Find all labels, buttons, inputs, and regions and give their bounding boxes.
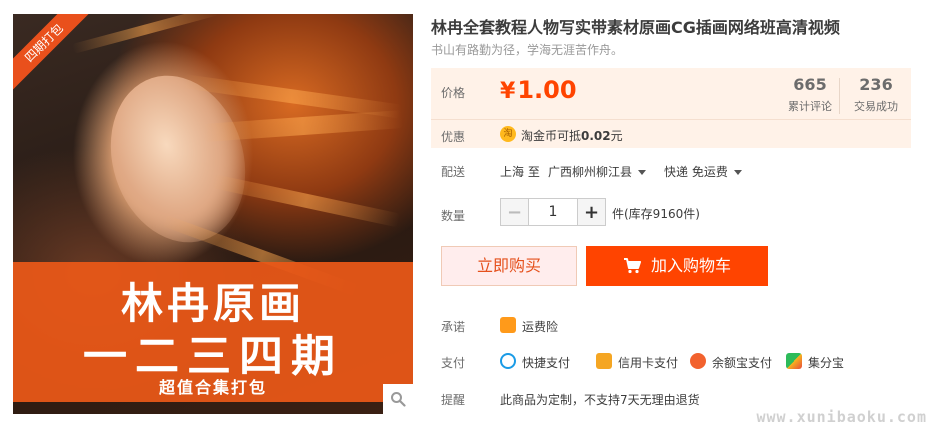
guarantee-label: 承诺	[441, 320, 466, 334]
coin-text-suffix: 元	[610, 129, 623, 143]
payment-method: 集分宝	[808, 356, 845, 370]
credit-card-icon	[596, 353, 612, 369]
destination-text: 广西柳州柳江县	[548, 165, 633, 179]
payment-method: 余额宝支付	[712, 356, 773, 370]
hair-streak-art	[71, 14, 220, 54]
stock-text: 件(库存9160件)	[612, 207, 700, 221]
freight-insurance-icon	[500, 317, 516, 333]
chevron-down-icon	[638, 170, 647, 175]
price-value: ¥1.00	[500, 76, 577, 104]
destination-select[interactable]: 广西柳州柳江县	[548, 163, 647, 180]
delivery-to-word: 至	[527, 165, 540, 179]
hair-streak-art	[202, 110, 404, 142]
coin-offer: 淘金币可抵0.02元	[521, 127, 623, 144]
increase-button[interactable]: +	[577, 199, 605, 225]
quantity-input[interactable]	[529, 199, 577, 225]
corner-ribbon: 四期打包	[13, 14, 98, 97]
promo-divider	[431, 119, 911, 120]
payment-method: 信用卡支付	[618, 356, 679, 370]
buy-now-button[interactable]: 立即购买	[441, 246, 577, 286]
promo-label: 优惠	[441, 130, 466, 144]
add-to-cart-label: 加入购物车	[650, 256, 731, 275]
freight-insurance-link[interactable]: 运费险	[522, 318, 558, 335]
notice-text: 此商品为定制，不支持7天无理由退货	[500, 393, 700, 407]
quantity-stepper: − +	[500, 198, 606, 226]
add-to-cart-button[interactable]: 加入购物车	[586, 246, 768, 286]
coin-text-prefix: 淘金币可抵	[521, 129, 582, 143]
reviews-count: 665	[793, 75, 827, 94]
shipping-text: 快递 免运费	[664, 165, 728, 179]
notice-label: 提醒	[441, 393, 466, 407]
deals-stat: 236 交易成功	[844, 75, 908, 114]
deals-label: 交易成功	[854, 100, 898, 113]
product-subtitle: 书山有路勤为径，学海无涯苦作舟。	[431, 43, 624, 57]
coin-icon: 淘	[500, 126, 516, 142]
shipping-select[interactable]: 快递 免运费	[664, 163, 742, 180]
watermark: www.xunibaoku.com	[756, 408, 927, 426]
price-label: 价格	[441, 86, 466, 100]
chevron-down-icon	[733, 170, 742, 175]
deals-count: 236	[859, 75, 893, 94]
reviews-label: 累计评论	[788, 100, 832, 113]
product-main-image[interactable]: 四期打包 林冉原画 一二三四期 超值合集打包	[13, 14, 413, 414]
reviews-stat[interactable]: 665 累计评论	[778, 75, 842, 114]
payment-label: 支付	[441, 356, 466, 370]
coin-amount: 0.02	[581, 129, 611, 143]
quick-pay-icon	[500, 353, 516, 369]
jifenbao-icon	[786, 353, 802, 369]
quantity-label: 数量	[441, 209, 466, 223]
currency-symbol: ¥	[500, 79, 516, 104]
stat-divider	[839, 78, 840, 114]
yuebao-icon	[690, 353, 706, 369]
search-icon	[391, 392, 406, 407]
price-amount: 1.00	[517, 76, 577, 104]
cart-icon	[623, 258, 641, 274]
delivery-label: 配送	[441, 165, 466, 179]
payment-method: 快捷支付	[522, 356, 571, 370]
zoom-button[interactable]	[383, 384, 413, 414]
image-banner: 林冉原画 一二三四期 超值合集打包	[13, 262, 413, 402]
decrease-button[interactable]: −	[501, 199, 529, 225]
banner-caption: 超值合集打包	[158, 378, 267, 397]
product-title: 林冉全套教程人物写实带素材原画CG插画网络班高清视频	[431, 18, 840, 37]
delivery-origin: 上海	[500, 165, 525, 179]
delivery-from: 上海 至	[500, 163, 540, 180]
